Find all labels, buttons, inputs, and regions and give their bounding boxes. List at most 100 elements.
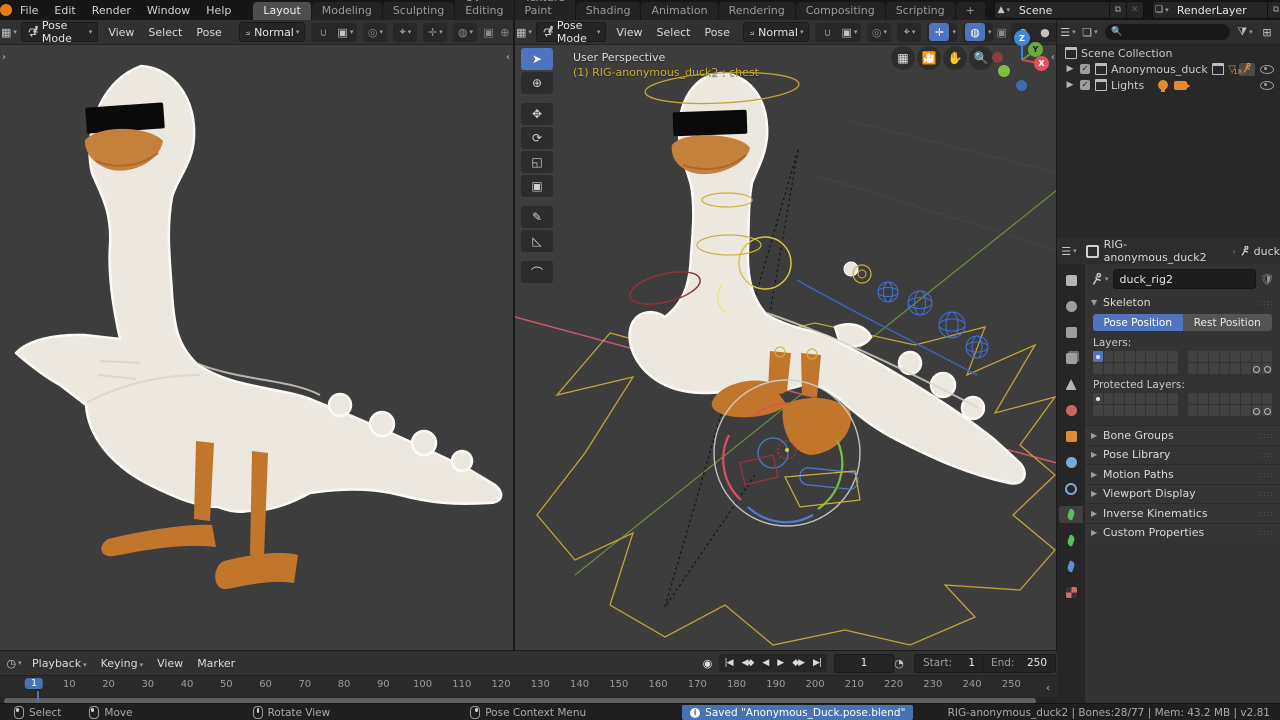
properties-tab-texture[interactable] bbox=[1059, 584, 1083, 601]
prev-keyframe-button[interactable]: ◀◆ bbox=[738, 658, 758, 668]
select-visibility-icon[interactable]: ⌖▾ bbox=[899, 23, 919, 41]
camera-view-icon[interactable]: 🎦 bbox=[917, 46, 941, 70]
layer-cell[interactable] bbox=[1209, 405, 1219, 416]
layer-cell[interactable] bbox=[1104, 351, 1114, 362]
mode-select[interactable]: 🮲 Pose Mode▾ bbox=[21, 22, 98, 42]
outliner-display-mode-icon[interactable]: ☰▾ bbox=[1058, 23, 1078, 41]
layer-cell[interactable] bbox=[1198, 405, 1208, 416]
toggle-perspective-icon[interactable]: ▦ bbox=[891, 46, 915, 70]
new-collection-icon[interactable]: ⊞ bbox=[1257, 23, 1277, 41]
select-visibility-icon[interactable]: ⌖▾ bbox=[395, 23, 415, 41]
new-scene-icon[interactable]: ⧉ bbox=[1109, 2, 1126, 18]
editor-type-icon[interactable]: ▦▾ bbox=[516, 23, 532, 41]
gizmo-icon[interactable]: ✛▾ bbox=[425, 23, 445, 41]
properties-tab-physics[interactable] bbox=[1059, 454, 1083, 471]
tool-annotate[interactable]: ✎ bbox=[521, 206, 553, 228]
pose-position-button[interactable]: Pose Position bbox=[1093, 314, 1183, 331]
topbar-menu-edit[interactable]: Edit bbox=[46, 4, 83, 17]
panel-inverse-kinematics[interactable]: ▶Inverse Kinematics:::: bbox=[1085, 503, 1280, 523]
layer-cell[interactable] bbox=[1230, 351, 1240, 362]
layer-cell[interactable] bbox=[1157, 405, 1167, 416]
layer-cell[interactable] bbox=[1125, 363, 1135, 374]
timeline-ruler[interactable]: 1102030405060708090100110120130140150160… bbox=[0, 675, 1057, 697]
properties-tab-object-constraints[interactable] bbox=[1059, 480, 1083, 497]
menu-playback[interactable]: Playback▾ bbox=[25, 657, 94, 670]
workspace-tab-modeling[interactable]: Modeling bbox=[312, 2, 383, 20]
layer-cell[interactable] bbox=[1125, 405, 1135, 416]
timeline-expand-arrow[interactable]: ‹ bbox=[1046, 683, 1050, 694]
workspace-tab-uv-editing[interactable]: UV Editing bbox=[455, 0, 514, 20]
blender-logo-icon[interactable] bbox=[0, 3, 12, 18]
properties-tab-tool[interactable] bbox=[1059, 272, 1083, 289]
workspace-tab-shading[interactable]: Shading bbox=[576, 2, 642, 20]
collection-checkbox[interactable]: ✓ bbox=[1080, 80, 1090, 90]
view-layer-name[interactable]: RenderLayer bbox=[1171, 4, 1267, 17]
mode-select[interactable]: 🮲 Pose Mode▾ bbox=[536, 22, 606, 42]
viewport-left[interactable]: ▦▾ 🮲 Pose Mode▾ View Select Pose ⟓ Norma… bbox=[0, 20, 513, 650]
panel-bone-groups[interactable]: ▶Bone Groups:::: bbox=[1085, 425, 1280, 445]
outliner-row-scene-collection[interactable]: Scene Collection bbox=[1057, 45, 1280, 61]
layer-cell[interactable] bbox=[1093, 393, 1103, 404]
tool-pose-breakdowner[interactable]: ⌒ bbox=[521, 261, 553, 283]
transform-orientation[interactable]: ⟓ Normal▾ bbox=[239, 22, 306, 42]
panel-custom-properties[interactable]: ▶Custom Properties:::: bbox=[1085, 523, 1280, 543]
shading-wireframe-icon[interactable]: ⊕ bbox=[498, 23, 512, 41]
tool-move[interactable]: ✥ bbox=[521, 103, 553, 125]
sidebar-expand-arrow[interactable]: ‹ bbox=[1051, 52, 1055, 63]
editor-type-icon[interactable]: ☰▾ bbox=[1059, 242, 1079, 260]
rest-position-button[interactable]: Rest Position bbox=[1183, 314, 1273, 331]
tool-cursor[interactable]: ⊕ bbox=[521, 72, 553, 94]
viewport-middle[interactable]: ▦▾ 🮲 Pose Mode▾ View Select Pose ⟓ Norma… bbox=[515, 20, 1057, 650]
layer-cell[interactable] bbox=[1220, 393, 1230, 404]
layer-cell[interactable] bbox=[1241, 393, 1251, 404]
layer-cell[interactable] bbox=[1188, 393, 1198, 404]
layer-cell[interactable] bbox=[1157, 351, 1167, 362]
layer-cell[interactable] bbox=[1157, 393, 1167, 404]
properties-tab-world[interactable] bbox=[1059, 402, 1083, 419]
layer-cell[interactable] bbox=[1104, 405, 1114, 416]
layer-cell[interactable] bbox=[1146, 351, 1156, 362]
layer-cell[interactable] bbox=[1262, 363, 1272, 374]
layer-cell[interactable] bbox=[1252, 405, 1262, 416]
jump-to-end-button[interactable]: ▶| bbox=[809, 658, 825, 668]
layer-cell[interactable] bbox=[1188, 351, 1198, 362]
current-frame-indicator[interactable]: 1 bbox=[25, 678, 43, 689]
properties-tab-output[interactable] bbox=[1059, 324, 1083, 341]
xray-icon[interactable]: ▣ bbox=[481, 23, 495, 41]
menu-select[interactable]: Select bbox=[650, 26, 698, 39]
end-frame-field[interactable]: End:250 bbox=[982, 654, 1056, 673]
play-reverse-button[interactable]: ◀ bbox=[758, 658, 772, 668]
topbar-menu-render[interactable]: Render bbox=[84, 4, 139, 17]
properties-tab-bone-constraints[interactable] bbox=[1059, 558, 1083, 575]
snap-target-icon[interactable]: ▣▾ bbox=[335, 23, 355, 41]
play-button[interactable]: ▶ bbox=[773, 658, 787, 668]
menu-view[interactable]: View bbox=[150, 657, 190, 670]
view-layer-selector[interactable]: ❏▾ RenderLayer ⧉ ✕ bbox=[1152, 1, 1280, 19]
panel-motion-paths[interactable]: ▶Motion Paths:::: bbox=[1085, 464, 1280, 484]
next-keyframe-button[interactable]: ◆▶ bbox=[788, 658, 808, 668]
properties-tab-scene[interactable] bbox=[1059, 376, 1083, 393]
menu-view[interactable]: View bbox=[101, 26, 141, 39]
layer-cell[interactable] bbox=[1188, 405, 1198, 416]
layer-cell[interactable] bbox=[1136, 405, 1146, 416]
outliner-filter-id-icon[interactable]: ❏▾ bbox=[1080, 23, 1100, 41]
workspace-tab-scripting[interactable]: Scripting bbox=[886, 2, 956, 20]
layer-cell[interactable] bbox=[1220, 351, 1230, 362]
layer-cell[interactable] bbox=[1230, 393, 1240, 404]
layer-cell[interactable] bbox=[1157, 363, 1167, 374]
layer-cell[interactable] bbox=[1252, 393, 1262, 404]
topbar-menu-window[interactable]: Window bbox=[139, 4, 198, 17]
snap-magnet-icon[interactable]: ∪ bbox=[817, 23, 837, 41]
properties-tab-view-layer[interactable] bbox=[1059, 350, 1083, 367]
layer-cell[interactable] bbox=[1168, 393, 1178, 404]
layer-cell[interactable] bbox=[1114, 405, 1124, 416]
tool-transform[interactable]: ▣ bbox=[521, 175, 553, 197]
layer-cell[interactable] bbox=[1198, 351, 1208, 362]
layer-cell[interactable] bbox=[1146, 363, 1156, 374]
scene-selector[interactable]: ▲▾ Scene ⧉ ✕ bbox=[994, 1, 1144, 19]
layer-cell[interactable] bbox=[1220, 405, 1230, 416]
tool-scale[interactable]: ◱ bbox=[521, 151, 553, 173]
proportional-edit-icon[interactable]: ◎▾ bbox=[869, 23, 889, 41]
hide-viewport-eye-icon[interactable] bbox=[1260, 65, 1274, 74]
overlays-icon[interactable]: ◍▾ bbox=[455, 23, 475, 41]
